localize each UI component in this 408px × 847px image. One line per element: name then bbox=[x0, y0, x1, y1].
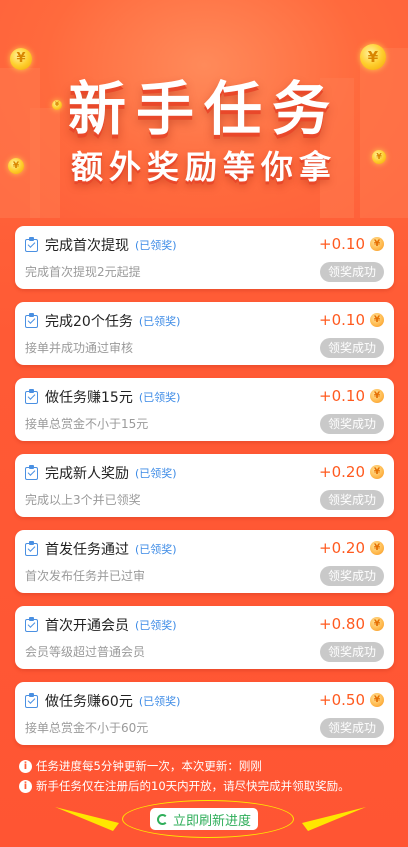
task-description: 接单总赏金不小于60元 bbox=[25, 721, 149, 735]
task-status: (已领奖) bbox=[135, 239, 177, 252]
coin-icon bbox=[370, 617, 384, 631]
task-title: 做任务赚15元 bbox=[45, 390, 133, 406]
task-description: 完成首次提现2元起提 bbox=[25, 265, 141, 279]
task-reward: +0.20 bbox=[319, 463, 384, 481]
task-description: 接单总赏金不小于15元 bbox=[25, 417, 149, 431]
task-description: 会员等级超过普通会员 bbox=[25, 645, 146, 659]
task-reward: +0.20 bbox=[319, 539, 384, 557]
task-status: (已领奖) bbox=[135, 619, 177, 632]
clipboard-check-icon bbox=[25, 541, 40, 557]
reward-amount: +0.80 bbox=[319, 615, 365, 633]
task-description: 完成以上3个并已领奖 bbox=[25, 493, 141, 507]
right-arrow-icon bbox=[302, 807, 366, 831]
claim-success-button[interactable]: 领奖成功 bbox=[320, 566, 384, 586]
task-title-row: 首发任务通过 (已领奖) bbox=[25, 539, 177, 559]
task-title: 做任务赚60元 bbox=[45, 694, 133, 710]
task-title-row: 完成首次提现 (已领奖) bbox=[25, 235, 177, 255]
banner-subtitle: 额外奖励等你拿 bbox=[70, 148, 337, 186]
task-title-row: 做任务赚15元 (已领奖) bbox=[25, 387, 180, 407]
task-reward: +0.10 bbox=[319, 235, 384, 253]
clipboard-check-icon bbox=[25, 617, 40, 633]
coin-icon bbox=[370, 693, 384, 707]
coin-icon bbox=[370, 237, 384, 251]
reward-amount: +0.20 bbox=[319, 539, 365, 557]
task-card: 首发任务通过 (已领奖) 首次发布任务并已过审 +0.20 领奖成功 bbox=[15, 530, 394, 593]
note-text: 新手任务仅在注册后的10天内开放，请尽快完成并领取奖励。 bbox=[36, 779, 350, 793]
deadline-note: i 新手任务仅在注册后的10天内开放，请尽快完成并领取奖励。 bbox=[19, 778, 350, 794]
task-title-row: 做任务赚60元 (已领奖) bbox=[25, 691, 180, 711]
reward-amount: +0.10 bbox=[319, 311, 365, 329]
task-status: (已领奖) bbox=[138, 391, 181, 404]
reward-amount: +0.10 bbox=[319, 387, 365, 405]
task-title: 首次开通会员 bbox=[45, 618, 129, 634]
claim-success-button[interactable]: 领奖成功 bbox=[320, 490, 384, 510]
clipboard-check-icon bbox=[25, 693, 40, 709]
task-reward: +0.50 bbox=[319, 691, 384, 709]
task-card: 完成首次提现 (已领奖) 完成首次提现2元起提 +0.10 领奖成功 bbox=[15, 226, 394, 289]
task-title: 首发任务通过 bbox=[45, 542, 129, 558]
info-icon: i bbox=[19, 779, 32, 793]
task-card: 完成新人奖励 (已领奖) 完成以上3个并已领奖 +0.20 领奖成功 bbox=[15, 454, 394, 517]
task-card: 做任务赚60元 (已领奖) 接单总赏金不小于60元 +0.50 领奖成功 bbox=[15, 682, 394, 745]
task-status: (已领奖) bbox=[138, 695, 181, 708]
reward-amount: +0.20 bbox=[319, 463, 365, 481]
progress-note: i 任务进度每5分钟更新一次，本次更新：刚刚 bbox=[19, 758, 262, 774]
info-icon: i bbox=[19, 759, 32, 773]
task-card: 首次开通会员 (已领奖) 会员等级超过普通会员 +0.80 领奖成功 bbox=[15, 606, 394, 669]
clipboard-check-icon bbox=[25, 389, 40, 405]
coin-icon bbox=[370, 389, 384, 403]
clipboard-check-icon bbox=[25, 313, 40, 329]
banner: 新手任务 额外奖励等你拿 bbox=[0, 0, 408, 218]
note-text: 任务进度每5分钟更新一次，本次更新：刚刚 bbox=[36, 759, 262, 773]
task-title-row: 完成新人奖励 (已领奖) bbox=[25, 463, 177, 483]
task-card: 完成20个任务 (已领奖) 接单并成功通过审核 +0.10 领奖成功 bbox=[15, 302, 394, 365]
task-reward: +0.80 bbox=[319, 615, 384, 633]
clipboard-check-icon bbox=[25, 237, 40, 253]
coin-icon bbox=[370, 465, 384, 479]
refresh-icon bbox=[156, 813, 168, 825]
task-status: (已领奖) bbox=[138, 315, 181, 328]
reward-amount: +0.50 bbox=[319, 691, 365, 709]
task-title: 完成首次提现 bbox=[45, 238, 129, 254]
task-description: 首次发布任务并已过审 bbox=[25, 569, 146, 583]
claim-success-button[interactable]: 领奖成功 bbox=[320, 262, 384, 282]
coin-icon bbox=[370, 313, 384, 327]
task-description: 接单并成功通过审核 bbox=[25, 341, 134, 355]
task-title: 完成20个任务 bbox=[45, 314, 133, 330]
task-title-row: 完成20个任务 (已领奖) bbox=[25, 311, 180, 331]
task-status: (已领奖) bbox=[135, 467, 177, 480]
clipboard-check-icon bbox=[25, 465, 40, 481]
task-reward: +0.10 bbox=[319, 311, 384, 329]
claim-success-button[interactable]: 领奖成功 bbox=[320, 414, 384, 434]
task-status: (已领奖) bbox=[135, 543, 177, 556]
refresh-label: 立即刷新进度 bbox=[172, 813, 251, 829]
claim-success-button[interactable]: 领奖成功 bbox=[320, 718, 384, 738]
claim-success-button[interactable]: 领奖成功 bbox=[320, 338, 384, 358]
refresh-progress-button[interactable]: 立即刷新进度 bbox=[150, 808, 258, 830]
task-title-row: 首次开通会员 (已领奖) bbox=[25, 615, 177, 635]
coin-icon bbox=[370, 541, 384, 555]
reward-amount: +0.10 bbox=[319, 235, 365, 253]
left-arrow-icon bbox=[55, 807, 119, 831]
task-reward: +0.10 bbox=[319, 387, 384, 405]
task-card: 做任务赚15元 (已领奖) 接单总赏金不小于15元 +0.10 领奖成功 bbox=[15, 378, 394, 441]
task-title: 完成新人奖励 bbox=[45, 466, 129, 482]
claim-success-button[interactable]: 领奖成功 bbox=[320, 642, 384, 662]
banner-title: 新手任务 bbox=[67, 75, 340, 143]
